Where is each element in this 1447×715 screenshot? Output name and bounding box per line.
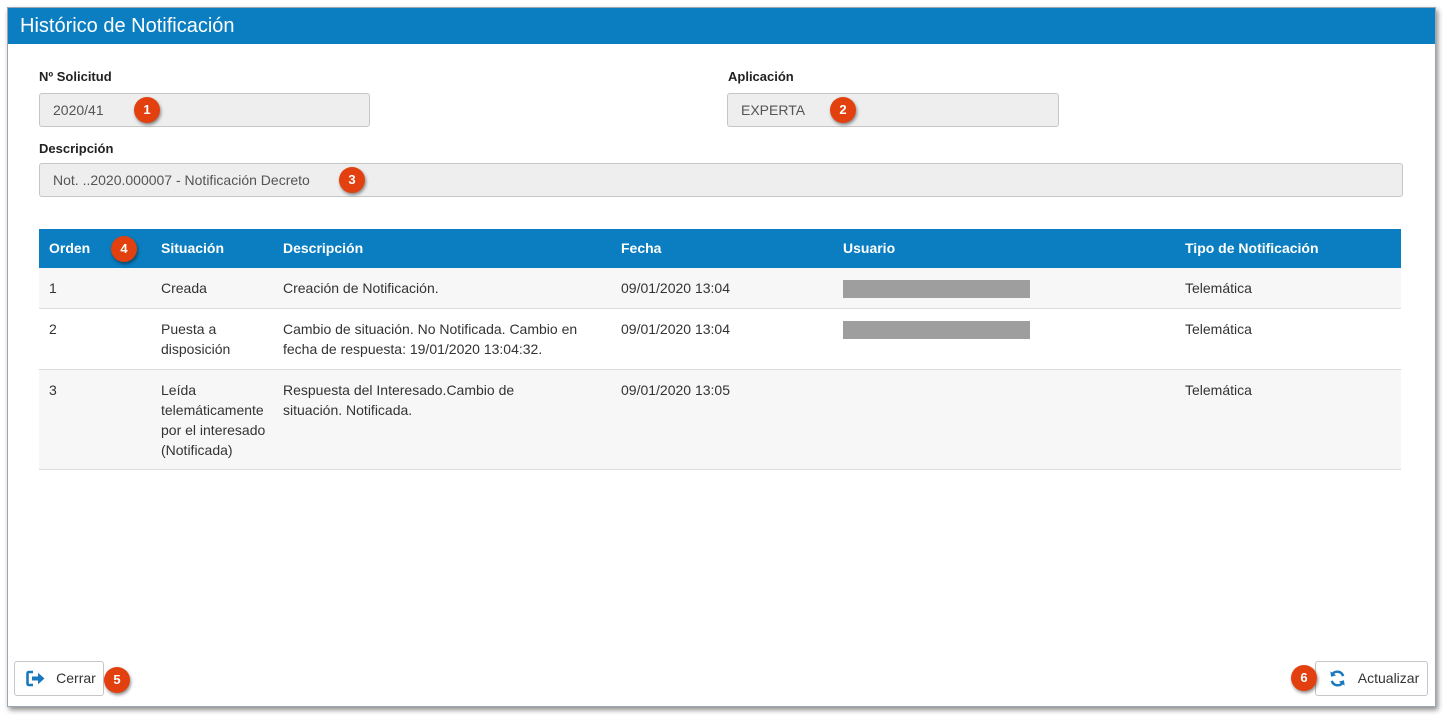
cell-tipo: Telemática <box>1185 382 1252 398</box>
cell-orden: 3 <box>49 382 57 398</box>
aplicacion-label: Aplicación <box>728 69 794 84</box>
table-row[interactable]: 1 Creada Creación de Notificación. 09/01… <box>39 268 1401 309</box>
table-row[interactable]: 2 Puesta a disposición Cambio de situaci… <box>39 309 1401 370</box>
refresh-button[interactable]: Actualizar <box>1315 661 1428 696</box>
table-header: Orden Situación Descripción Fecha Usuari… <box>39 229 1401 268</box>
close-button[interactable]: Cerrar <box>14 661 104 696</box>
cell-orden: 1 <box>49 280 57 296</box>
annotation-badge-3: 3 <box>339 167 365 193</box>
annotation-badge-1: 1 <box>134 97 160 123</box>
redacted-user <box>843 280 1030 298</box>
cell-orden: 2 <box>49 321 57 337</box>
redacted-user <box>843 321 1030 339</box>
solicitud-field[interactable]: 2020/41 <box>39 93 370 127</box>
cell-descripcion: Respuesta del Interesado.Cambio de situa… <box>283 382 515 418</box>
col-usuario[interactable]: Usuario <box>843 240 895 256</box>
cell-descripcion: Cambio de situación. No Notificada. Camb… <box>283 321 578 357</box>
col-tipo[interactable]: Tipo de Notificación <box>1185 240 1319 256</box>
descripcion-field[interactable]: Not. ..2020.000007 - Notificación Decret… <box>39 163 1403 197</box>
annotation-badge-5: 5 <box>104 667 130 693</box>
col-orden[interactable]: Orden <box>49 240 90 256</box>
cell-fecha: 09/01/2020 13:04 <box>621 321 730 337</box>
solicitud-label: Nº Solicitud <box>39 69 112 84</box>
refresh-button-label: Actualizar <box>1357 670 1420 686</box>
refresh-icon <box>1330 670 1345 687</box>
cell-tipo: Telemática <box>1185 321 1252 337</box>
notification-history-window: Histórico de Notificación Nº Solicitud 2… <box>7 7 1436 707</box>
cell-descripcion: Creación de Notificación. <box>283 280 439 296</box>
aplicacion-field[interactable]: EXPERTA <box>727 93 1059 127</box>
col-descripcion[interactable]: Descripción <box>283 240 583 256</box>
close-button-label: Cerrar <box>56 670 96 686</box>
annotation-badge-2: 2 <box>830 97 856 123</box>
col-situacion[interactable]: Situación <box>161 240 276 256</box>
cell-tipo: Telemática <box>1185 280 1252 296</box>
cell-situacion: Leída telemáticamente por el interesado … <box>161 382 266 458</box>
window-title: Histórico de Notificación <box>8 8 1435 44</box>
annotation-badge-6: 6 <box>1291 665 1317 691</box>
cell-situacion: Puesta a disposición <box>161 321 231 357</box>
descripcion-label: Descripción <box>39 141 114 156</box>
cell-fecha: 09/01/2020 13:04 <box>621 280 730 296</box>
history-table: Orden Situación Descripción Fecha Usuari… <box>39 229 1401 470</box>
sign-out-icon <box>26 670 45 687</box>
cell-situacion: Creada <box>161 280 207 296</box>
annotation-badge-4: 4 <box>111 236 137 262</box>
table-row[interactable]: 3 Leída telemáticamente por el interesad… <box>39 370 1401 470</box>
col-fecha[interactable]: Fecha <box>621 240 661 256</box>
cell-fecha: 09/01/2020 13:05 <box>621 382 730 398</box>
